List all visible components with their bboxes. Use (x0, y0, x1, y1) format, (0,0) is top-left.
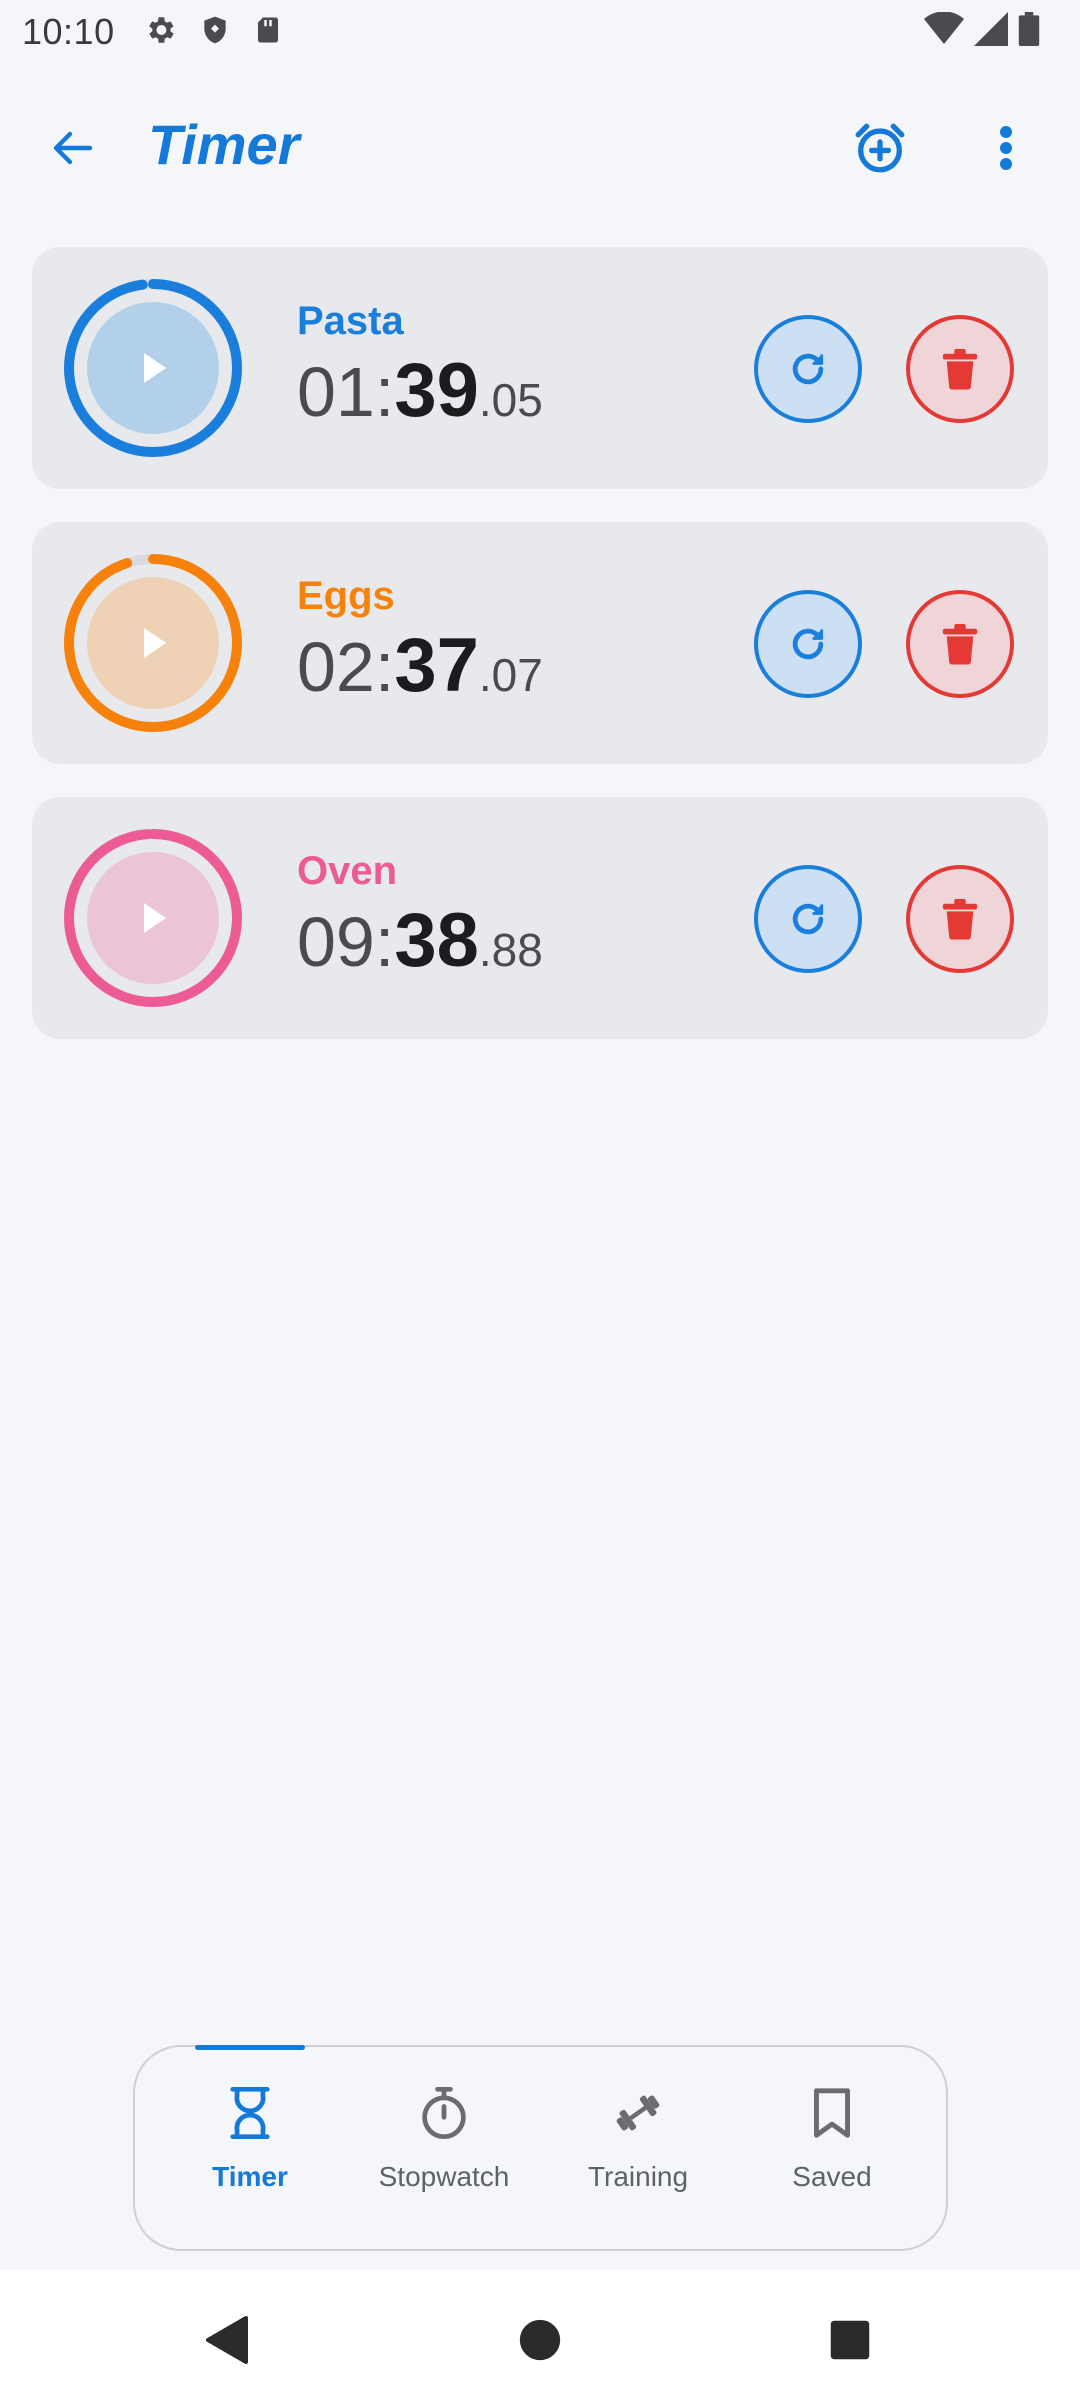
alarm-add-icon (855, 123, 905, 173)
timer-time: 01:39.05 (297, 348, 543, 433)
shield-icon (199, 13, 231, 52)
reset-button[interactable] (754, 590, 862, 698)
system-home-button[interactable] (510, 2310, 570, 2370)
home-circle-icon (519, 2319, 561, 2361)
status-time: 10:10 (22, 11, 115, 52)
timer-card-pasta: Pasta 01:39.05 (32, 247, 1048, 489)
bookmark-icon (814, 2088, 850, 2138)
delete-button[interactable] (906, 315, 1014, 423)
timer-name: Oven (297, 849, 398, 893)
system-back-button[interactable] (196, 2310, 256, 2370)
timer-minutes: 01 (297, 353, 375, 431)
system-recents-button[interactable] (820, 2310, 880, 2370)
arrow-back-icon (53, 131, 93, 165)
refresh-icon (792, 903, 824, 935)
play-button[interactable] (60, 550, 246, 736)
timer-minutes: 09 (297, 903, 375, 981)
delete-button[interactable] (906, 590, 1014, 698)
nav-label: Saved (792, 2161, 872, 2192)
app-bar: Timer (0, 100, 1080, 196)
timer-seconds: 38 (394, 898, 479, 983)
back-button[interactable] (40, 118, 108, 178)
battery-icon (1018, 12, 1040, 51)
active-tab-indicator (195, 2045, 305, 2050)
progress-ring (60, 275, 246, 461)
trash-icon (942, 899, 978, 940)
timer-card-oven: Oven 09:38.88 (32, 797, 1048, 1039)
more-options-button[interactable] (980, 114, 1032, 182)
nav-item-timer[interactable]: Timer (155, 2083, 345, 2223)
timer-hundredths: 88 (491, 924, 543, 976)
reset-button[interactable] (754, 865, 862, 973)
timer-minutes: 02 (297, 628, 375, 706)
status-bar: 10:10 (0, 0, 1080, 64)
refresh-icon (792, 353, 824, 385)
more-vert-icon (1000, 126, 1012, 170)
recents-square-icon (830, 2320, 870, 2360)
page-title: Timer (148, 113, 300, 176)
nav-item-stopwatch[interactable]: Stopwatch (349, 2083, 539, 2223)
wifi-icon (924, 11, 964, 51)
system-nav-bar (0, 2270, 1080, 2400)
timer-time: 09:38.88 (297, 898, 543, 983)
timer-time: 02:37.07 (297, 623, 543, 708)
reset-button[interactable] (754, 315, 862, 423)
timer-hundredths: 07 (491, 649, 543, 701)
timer-card-eggs: Eggs 02:37.07 (32, 522, 1048, 764)
timer-seconds: 39 (394, 348, 479, 433)
hourglass-icon (230, 2086, 270, 2140)
nav-label: Training (587, 2161, 689, 2192)
nav-label: Stopwatch (378, 2161, 510, 2192)
dumbbell-icon (616, 2095, 660, 2131)
trash-icon (942, 349, 978, 390)
signal-icon (974, 12, 1008, 51)
progress-ring (60, 825, 246, 1011)
nav-item-saved[interactable]: Saved (737, 2083, 927, 2223)
delete-button[interactable] (906, 865, 1014, 973)
timer-seconds: 37 (394, 623, 479, 708)
back-triangle-icon (206, 2316, 248, 2364)
play-button[interactable] (60, 825, 246, 1011)
timer-name: Pasta (297, 299, 404, 343)
timer-name: Eggs (297, 574, 395, 618)
timer-hundredths: 05 (491, 374, 543, 426)
progress-ring (60, 550, 246, 736)
refresh-icon (792, 628, 824, 660)
play-button[interactable] (60, 275, 246, 461)
gear-icon (143, 13, 177, 52)
trash-icon (942, 624, 978, 665)
nav-item-training[interactable]: Training (543, 2083, 733, 2223)
nav-label: Timer (212, 2161, 288, 2192)
sd-card-icon (253, 13, 283, 52)
stopwatch-icon (422, 2086, 466, 2140)
bottom-nav: Timer Stopwatch Training Saved (133, 2045, 948, 2251)
add-timer-button[interactable] (846, 114, 914, 182)
